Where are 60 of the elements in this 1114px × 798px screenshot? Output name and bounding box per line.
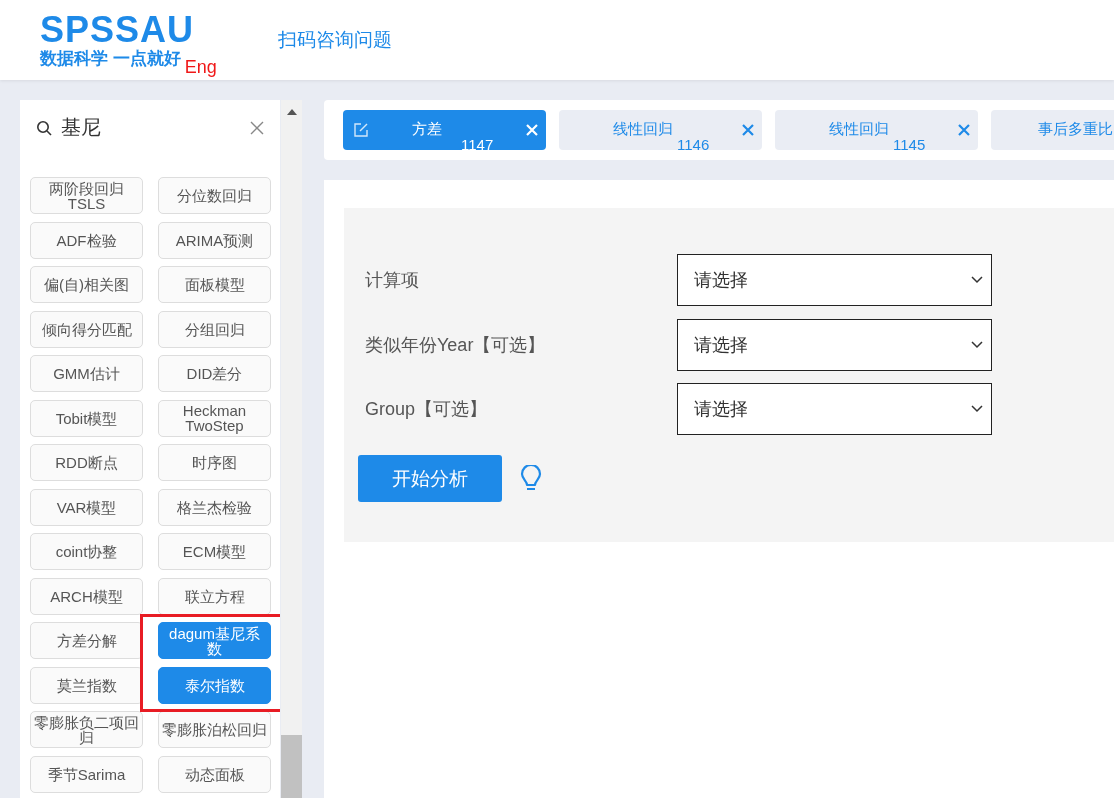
scrollbar-thumb[interactable] xyxy=(281,735,302,798)
method-button[interactable]: 时序图 xyxy=(158,444,271,481)
method-button[interactable]: 动态面板 xyxy=(158,755,271,793)
chevron-down-icon xyxy=(971,276,983,284)
method-button[interactable]: dagum基尼系数 xyxy=(158,622,271,659)
select-field[interactable]: 请选择 xyxy=(677,254,992,306)
method-button[interactable]: 格兰杰检验 xyxy=(158,488,271,526)
search-icon xyxy=(36,119,52,136)
method-button[interactable]: ARCH模型 xyxy=(30,577,143,615)
logo-text: SPSSAU xyxy=(40,12,195,47)
method-button[interactable]: 分位数回归 xyxy=(158,177,271,214)
select-field[interactable]: 请选择 xyxy=(677,318,992,371)
method-button[interactable]: 联立方程 xyxy=(158,577,271,615)
method-button[interactable]: GMM估计 xyxy=(30,355,143,392)
method-button[interactable]: 莫兰指数 xyxy=(30,666,143,704)
nav-link[interactable]: 扫码咨询问题 xyxy=(278,27,392,53)
tab-label: 线性回归 xyxy=(613,120,673,139)
tab[interactable]: 方差 1147 xyxy=(343,110,546,150)
chevron-down-icon xyxy=(971,405,983,413)
method-button[interactable]: 倾向得分匹配 xyxy=(30,310,143,348)
select-field[interactable]: 请选择 xyxy=(677,383,992,435)
close-icon[interactable] xyxy=(958,124,970,136)
method-button[interactable]: 零膨胀泊松回归 xyxy=(158,711,271,748)
method-button[interactable]: ECM模型 xyxy=(158,533,271,570)
method-button[interactable]: DID差分 xyxy=(158,355,271,392)
tab-label: 事后多重比 xyxy=(1037,120,1113,139)
method-button[interactable]: Heckman TwoStep xyxy=(158,399,271,437)
method-button[interactable]: 面板模型 xyxy=(158,266,271,303)
method-button[interactable]: ADF检验 xyxy=(30,221,143,259)
method-button[interactable]: Tobit模型 xyxy=(30,399,143,437)
search-field[interactable]: 基尼 xyxy=(20,100,280,155)
field-label: 计算项 xyxy=(364,269,420,292)
edit-icon xyxy=(353,122,369,138)
method-button[interactable]: RDD断点 xyxy=(30,444,143,481)
tab-label: 线性回归 xyxy=(829,120,889,139)
method-button[interactable]: ARIMA预测 xyxy=(158,221,271,259)
scroll-up-icon[interactable] xyxy=(286,109,297,115)
tab-number: 1145 xyxy=(893,136,926,153)
scrollbar[interactable] xyxy=(281,100,302,798)
method-button[interactable]: 方差分解 xyxy=(30,622,143,659)
tab-label: 方差 xyxy=(412,120,442,139)
method-button[interactable]: 偏(自)相关图 xyxy=(30,266,143,303)
method-button[interactable]: 零膨胀负二项回归 xyxy=(30,711,143,748)
language-link[interactable]: Eng xyxy=(184,56,217,78)
method-button[interactable]: 分组回归 xyxy=(158,310,271,348)
clear-icon[interactable] xyxy=(250,120,264,135)
close-icon[interactable] xyxy=(742,124,754,136)
lightbulb-icon[interactable] xyxy=(520,464,542,493)
start-analysis-button[interactable]: 开始分析 xyxy=(358,455,502,502)
tab-number: 1147 xyxy=(461,136,494,153)
method-button[interactable]: 两阶段回归 TSLS xyxy=(30,177,143,214)
method-button[interactable]: 季节Sarima xyxy=(30,755,143,793)
tab-number: 1146 xyxy=(677,136,710,153)
method-button[interactable]: coint协整 xyxy=(30,533,143,570)
slogan: 数据科学 一点就好 xyxy=(40,47,181,70)
field-label: 类似年份Year【可选】 xyxy=(364,333,547,357)
method-button[interactable]: 泰尔指数 xyxy=(158,666,271,704)
chevron-down-icon xyxy=(971,340,983,349)
field-label: Group【可选】 xyxy=(364,398,489,421)
method-button[interactable]: VAR模型 xyxy=(30,488,143,526)
